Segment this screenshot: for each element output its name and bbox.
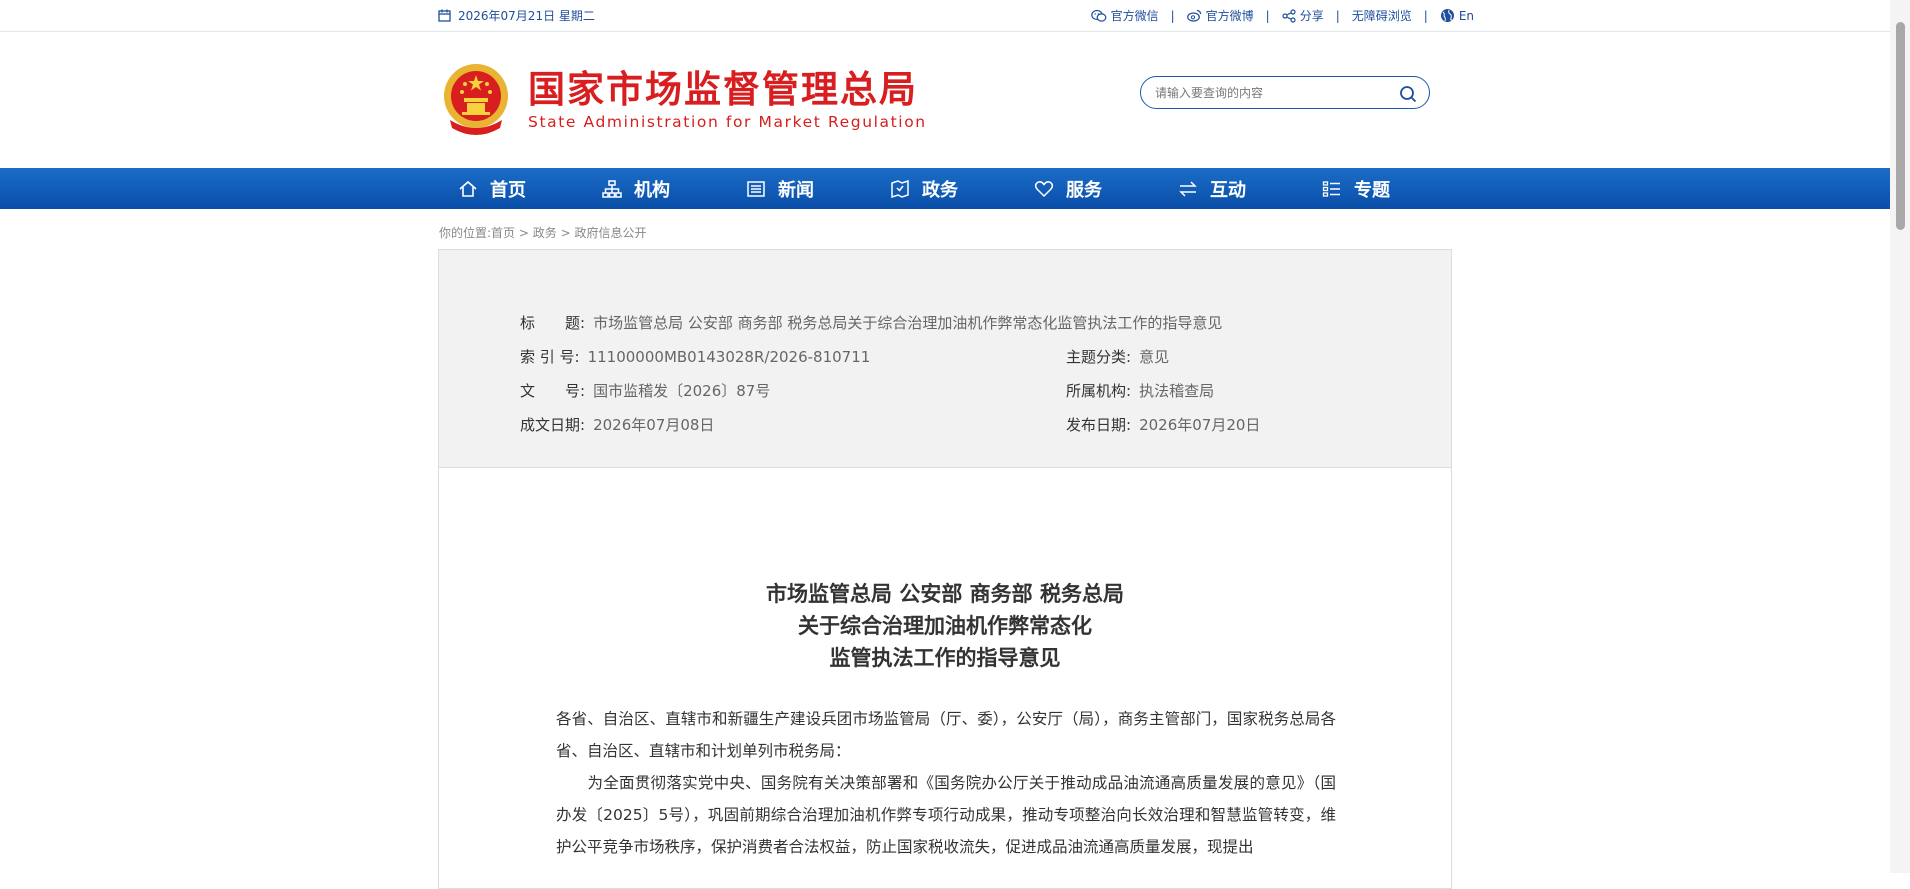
nav-item-org[interactable]: 机构 [602, 168, 746, 209]
document-title-line: 监管执法工作的指导意见 [829, 645, 1061, 670]
meta-date-value: 2026年07月08日 [593, 416, 715, 434]
document-body-paragraph: 为全面贯彻落实党中央、国务院有关决策部署和《国务院办公厅关于推动成品油流通高质量… [556, 774, 1336, 856]
accessibility-link[interactable]: 无障碍浏览 [1352, 7, 1412, 24]
meta-pubdate-row: 发布日期: 2026年07月20日 [1066, 414, 1260, 435]
main-nav: 首页 机构 新闻 政务 服务 互动 专题 [0, 168, 1890, 209]
meta-topic-value: 意见 [1139, 348, 1170, 366]
meta-date-label: 成文日期: [520, 416, 586, 434]
separator: | [1423, 8, 1428, 23]
english-label: En [1458, 8, 1474, 23]
meta-pubdate-label: 发布日期: [1066, 416, 1132, 434]
accessibility-label: 无障碍浏览 [1351, 9, 1412, 23]
site-title-cn: 国家市场监督管理总局 [528, 68, 918, 111]
weibo-label: 官方微博 [1205, 9, 1254, 23]
meta-org-row: 所属机构: 执法稽查局 [1066, 380, 1214, 401]
scrollbar-thumb[interactable] [1896, 22, 1905, 230]
separator: | [1265, 8, 1270, 23]
share-icon [1282, 8, 1296, 23]
search-input[interactable] [1153, 84, 1387, 101]
nav-item-gov-affairs[interactable]: 政务 [890, 168, 1034, 209]
meta-pubdate-value: 2026年07月20日 [1139, 416, 1261, 434]
top-bar: 2026年07月21日 星期二 官方微信 | 官方微博 | 分享 | 无障碍浏览… [0, 0, 1890, 32]
exchange-arrows-icon [1179, 180, 1197, 197]
wechat-icon [1090, 9, 1106, 22]
share-label: 分享 [1299, 9, 1324, 23]
english-link[interactable]: En [1440, 8, 1474, 23]
list-icon [1322, 180, 1340, 197]
nav-label: 互动 [1210, 179, 1246, 201]
breadcrumb-sep: > [556, 226, 575, 240]
date-display: 2026年07月21日 星期二 [438, 7, 595, 24]
top-bar-inner: 2026年07月21日 星期二 官方微信 | 官方微博 | 分享 | 无障碍浏览… [438, 0, 1474, 31]
scrollbar[interactable] [1890, 0, 1910, 873]
nav-items: 首页 机构 新闻 政务 服务 互动 专题 [458, 168, 1466, 209]
weibo-link[interactable]: 官方微博 [1186, 7, 1254, 24]
search-icon[interactable] [1399, 85, 1417, 103]
weibo-icon [1186, 9, 1201, 22]
brand-text: 国家市场监督管理总局 State Administration for Mark… [528, 68, 927, 132]
wechat-link[interactable]: 官方微信 [1090, 7, 1159, 24]
share-link[interactable]: 分享 [1282, 7, 1324, 24]
document-addressee: 各省、自治区、直辖市和新疆生产建设兵团市场监管局（厅、委），公安厅（局），商务主… [556, 710, 1336, 760]
meta-title-row: 标 题: 市场监管总局 公安部 商务部 税务总局关于综合治理加油机作弊常态化监管执… [520, 312, 1222, 333]
meta-topic-row: 主题分类: 意见 [1066, 346, 1169, 367]
document-meta: 标 题: 市场监管总局 公安部 商务部 税务总局关于综合治理加油机作弊常态化监管执… [439, 250, 1451, 468]
national-emblem-icon [444, 64, 508, 135]
meta-docno-row: 文 号: 国市监稽发〔2026〕87号 [520, 380, 770, 401]
meta-topic-label: 主题分类: [1066, 348, 1132, 366]
org-chart-icon [602, 179, 622, 198]
nav-label: 政务 [922, 179, 958, 201]
calendar-icon [438, 9, 451, 22]
meta-docno-value: 国市监稽发〔2026〕87号 [593, 382, 771, 400]
search-box [1140, 76, 1430, 109]
meta-title-value: 市场监管总局 公安部 商务部 税务总局关于综合治理加油机作弊常态化监管执法工作的… [593, 314, 1223, 332]
top-links: 官方微信 | 官方微博 | 分享 | 无障碍浏览 | En [1090, 7, 1474, 24]
meta-index-value: 11100000MB0143028R/2026-810711 [587, 348, 871, 366]
site-header: 国家市场监督管理总局 State Administration for Mark… [0, 32, 1890, 168]
meta-index-row: 索 引 号: 11100000MB0143028R/2026-810711 [520, 346, 870, 367]
separator: | [1170, 8, 1175, 23]
nav-label: 服务 [1066, 179, 1102, 201]
separator: | [1335, 8, 1340, 23]
site-title-en: State Administration for Market Regulati… [528, 113, 927, 131]
document-title-line: 关于综合治理加油机作弊常态化 [798, 613, 1092, 638]
meta-docno-label: 文 号: [520, 382, 586, 400]
nav-item-news[interactable]: 新闻 [746, 168, 890, 209]
gov-affairs-icon [891, 179, 909, 198]
nav-label: 新闻 [778, 179, 814, 201]
nav-item-service[interactable]: 服务 [1034, 168, 1178, 209]
breadcrumb-sep: > [515, 226, 533, 240]
nav-label: 专题 [1354, 179, 1390, 201]
nav-item-topics[interactable]: 专题 [1322, 168, 1466, 209]
date-text: 2026年07月21日 星期二 [458, 9, 595, 23]
nav-item-interact[interactable]: 互动 [1178, 168, 1322, 209]
nav-label: 机构 [634, 179, 670, 201]
nav-item-home[interactable]: 首页 [458, 168, 602, 209]
wechat-label: 官方微信 [1110, 9, 1159, 23]
home-icon [459, 180, 477, 197]
site-logo[interactable]: 国家市场监督管理总局 State Administration for Mark… [440, 62, 927, 138]
meta-index-label: 索 引 号: [520, 348, 580, 366]
heart-icon [1034, 180, 1054, 197]
meta-org-value: 执法稽查局 [1139, 382, 1215, 400]
meta-title-label: 标 题: [520, 314, 586, 332]
breadcrumb-prefix: 你的位置: [439, 226, 492, 240]
document-title-line: 市场监管总局 公安部 商务部 税务总局 [766, 581, 1124, 606]
breadcrumb-item-home[interactable]: 首页 [491, 226, 515, 240]
breadcrumb-item-gov-affairs[interactable]: 政务 [533, 226, 557, 240]
globe-icon [1440, 9, 1454, 22]
nav-label: 首页 [490, 179, 526, 201]
document-title: 市场监管总局 公安部 商务部 税务总局 关于综合治理加油机作弊常态化 监管执法工… [439, 578, 1451, 674]
breadcrumb: 你的位置:首页 > 政务 > 政府信息公开 [439, 224, 646, 241]
breadcrumb-item-info-disclosure[interactable]: 政府信息公开 [574, 226, 646, 240]
meta-org-label: 所属机构: [1066, 382, 1132, 400]
news-icon [747, 180, 765, 197]
content-box: 标 题: 市场监管总局 公安部 商务部 税务总局关于综合治理加油机作弊常态化监管执… [438, 249, 1452, 889]
meta-date-row: 成文日期: 2026年07月08日 [520, 414, 714, 435]
